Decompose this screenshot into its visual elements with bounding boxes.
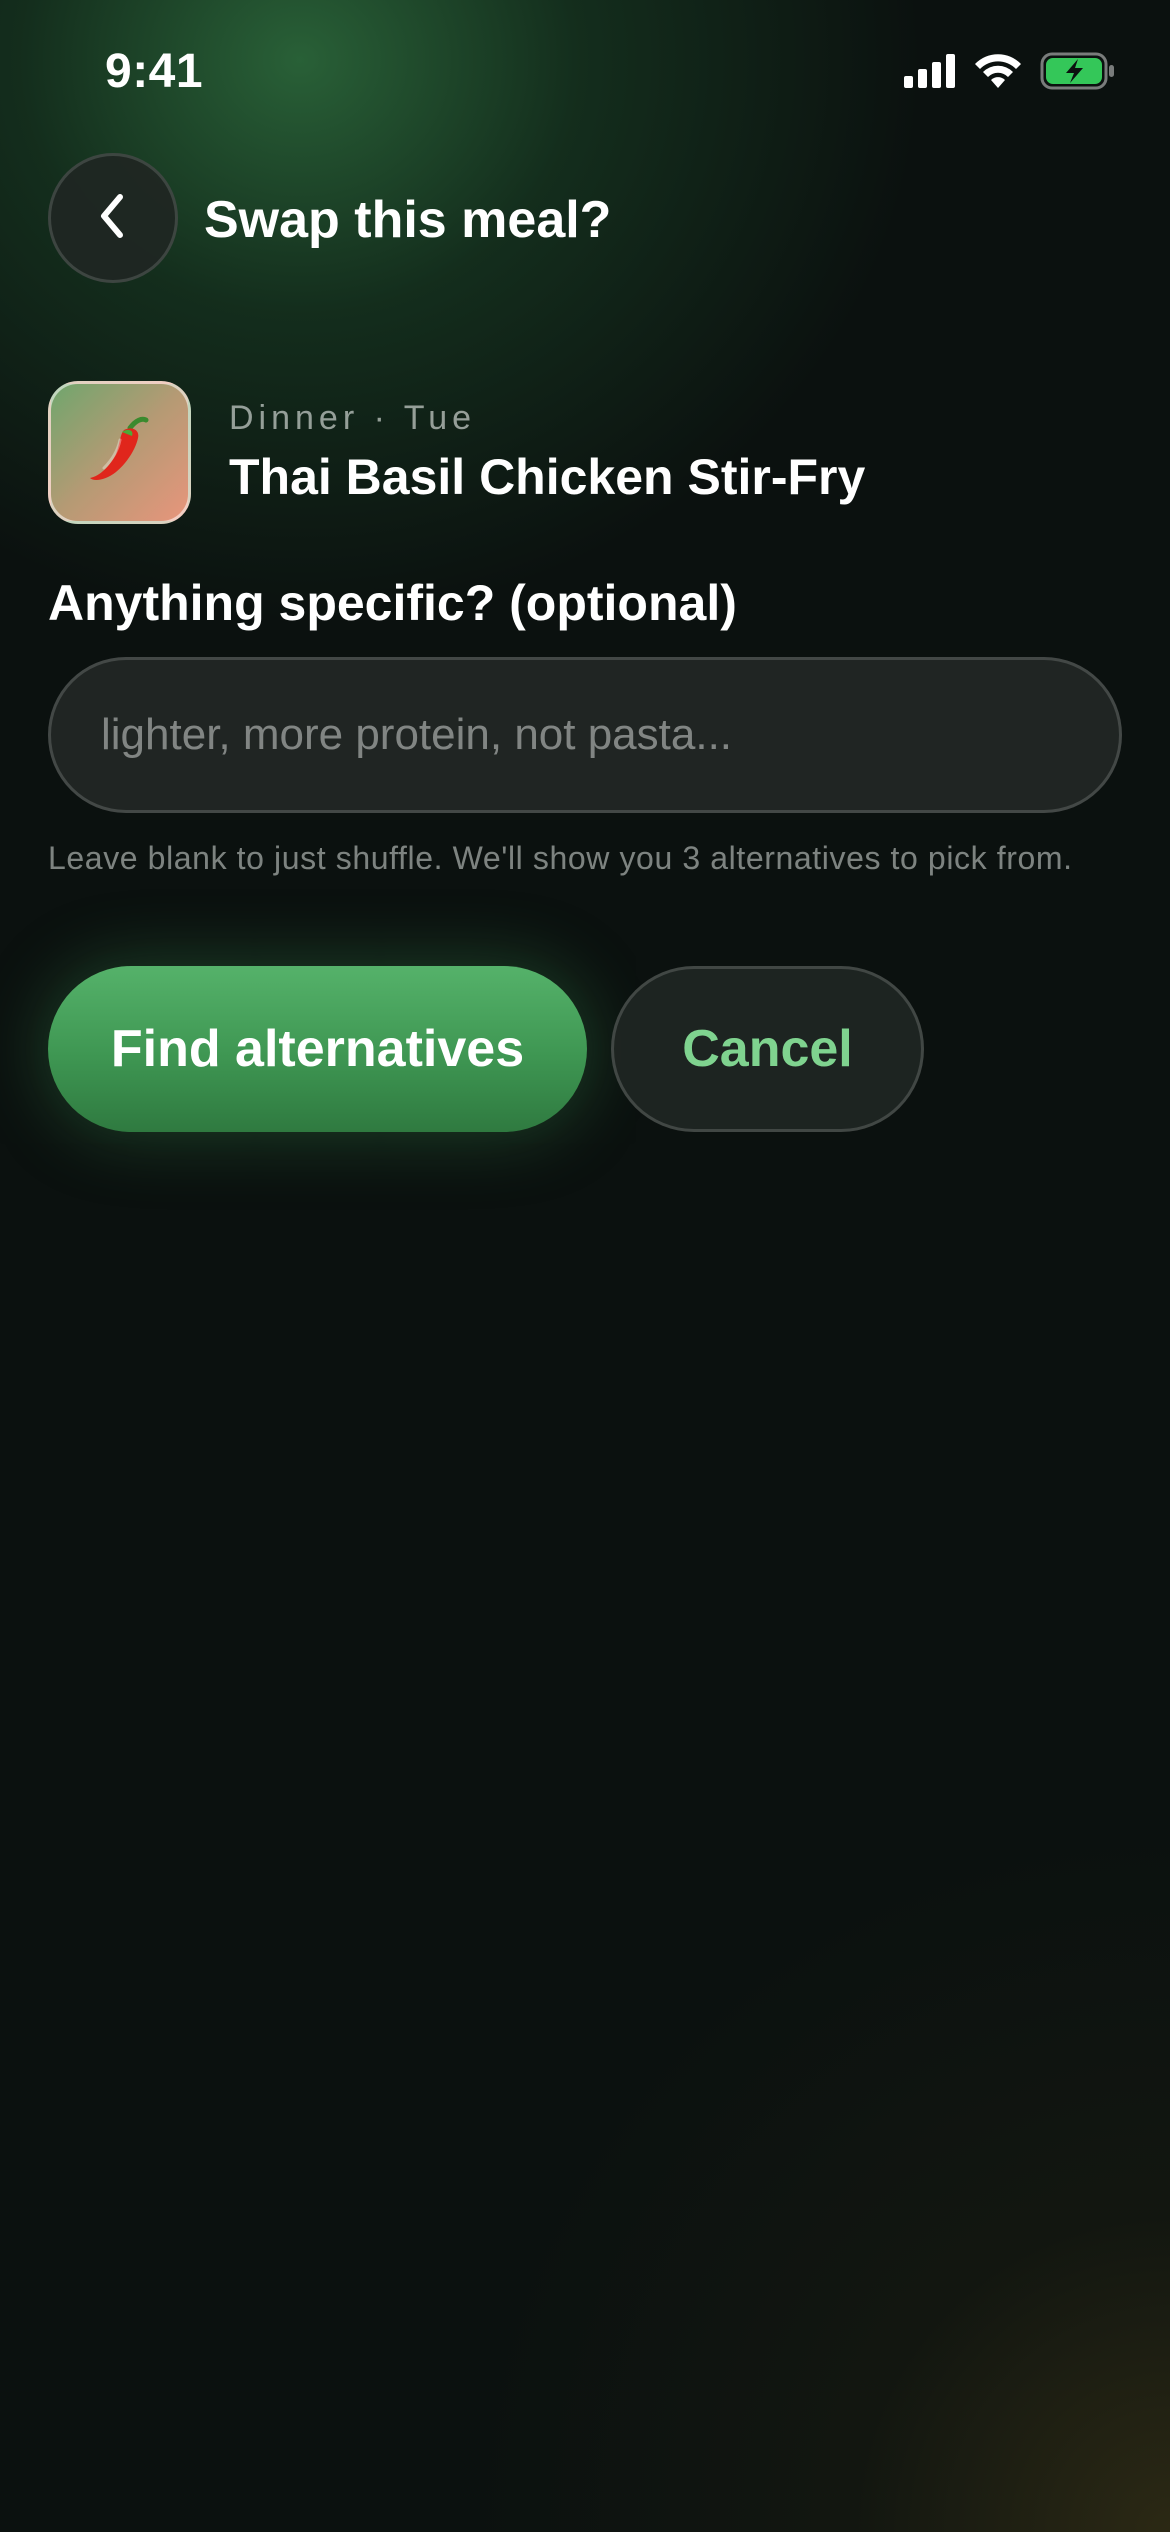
signal-icon	[904, 54, 956, 93]
back-button[interactable]	[48, 153, 178, 283]
status-icons	[904, 52, 1116, 95]
status-bar: 9:41	[0, 0, 1170, 150]
battery-charging-icon	[1040, 52, 1116, 95]
cancel-button[interactable]: Cancel	[611, 966, 924, 1132]
helper-text: Leave blank to just shuffle. We'll show …	[48, 840, 1073, 876]
wifi-icon	[974, 53, 1022, 94]
meal-meta: Dinner · Tue	[229, 399, 477, 437]
chevron-left-icon	[93, 191, 133, 246]
specific-input[interactable]	[48, 657, 1122, 813]
status-time: 9:41	[105, 45, 204, 98]
specific-label: Anything specific? (optional)	[48, 575, 737, 631]
page-title: Swap this meal?	[204, 191, 612, 249]
meal-thumbnail	[48, 381, 191, 524]
meal-title: Thai Basil Chicken Stir-Fry	[229, 449, 866, 505]
chili-pepper-icon	[80, 410, 160, 495]
find-alternatives-button[interactable]: Find alternatives	[48, 966, 587, 1132]
